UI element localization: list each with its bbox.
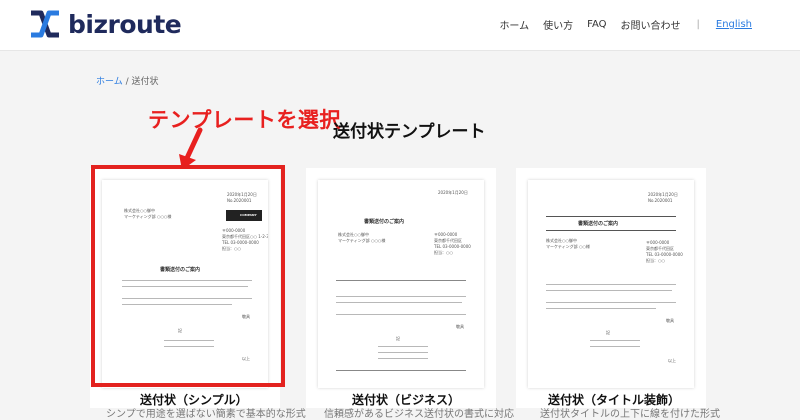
nav-separator: | (696, 19, 700, 30)
template-card-title-decor[interactable]: 2020年1月20日 No.2020001 書類送付のご案内 株式会社○○御中 … (516, 168, 706, 408)
breadcrumb-separator: / (125, 77, 129, 87)
bizroute-logo-icon (31, 10, 59, 38)
doc-title: 書類送付のご案内 (364, 219, 405, 225)
nav-english[interactable]: English (716, 19, 752, 30)
breadcrumb-home[interactable]: ホーム (96, 77, 123, 87)
template-card-business[interactable]: 2020年1月20日 書類送付のご案内 株式会社○○御中 マーケティング部 ○○… (306, 168, 496, 408)
site-header: bizroute ホーム 使い方 FAQ お問い合わせ | English (0, 0, 800, 51)
page-title: 送付状テンプレート (333, 122, 486, 142)
card-desc-business: 信頼感があるビジネス送付状の書式に対応 (324, 409, 514, 420)
nav-faq[interactable]: FAQ (587, 19, 606, 30)
breadcrumb-current: 送付状 (131, 77, 159, 87)
main-nav: ホーム 使い方 FAQ お問い合わせ | English (485, 17, 752, 32)
nav-howto[interactable]: 使い方 (543, 17, 573, 32)
nav-home[interactable]: ホーム (499, 17, 529, 32)
logo[interactable]: bizroute (28, 9, 182, 39)
breadcrumb: ホーム / 送付状 (96, 74, 159, 87)
doc-title: 書類送付のご案内 (578, 221, 619, 227)
selected-highlight (91, 165, 285, 387)
template-preview: 2020年1月20日 書類送付のご案内 株式会社○○御中 マーケティング部 ○○… (318, 180, 484, 388)
card-desc-title-decor: 送付状タイトルの上下に線を付けた形式 (540, 409, 720, 420)
annotation-arrow-icon (179, 127, 203, 170)
annotation-text: テンプレートを選択 (148, 108, 341, 132)
card-desc-simple: シンプで用途を選ばない簡素で基本的な形式 (106, 409, 306, 420)
nav-contact[interactable]: お問い合わせ (621, 17, 681, 32)
template-preview: 2020年1月20日 No.2020001 書類送付のご案内 株式会社○○御中 … (528, 180, 694, 388)
logo-text: bizroute (68, 9, 182, 39)
